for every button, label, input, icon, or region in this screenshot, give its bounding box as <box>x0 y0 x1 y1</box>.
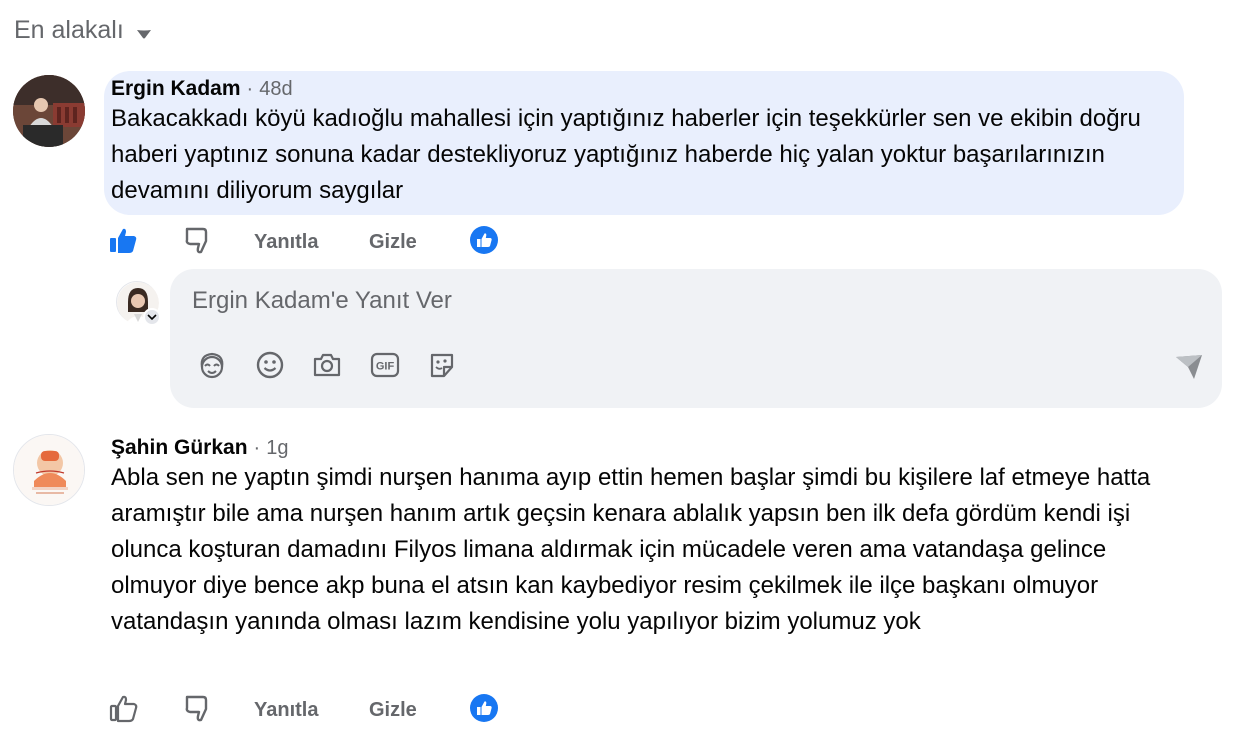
svg-text:GIF: GIF <box>376 361 395 373</box>
reply-link[interactable]: Yanıtla <box>254 699 318 722</box>
comment-author[interactable]: Ergin Kadam <box>111 77 241 101</box>
current-user-avatar[interactable] <box>116 281 161 326</box>
sticker-icon[interactable] <box>426 349 458 381</box>
emoji-icon[interactable] <box>254 349 286 381</box>
comment-separator: · <box>246 78 254 100</box>
gif-icon[interactable]: GIF <box>369 349 401 381</box>
camera-icon[interactable] <box>311 349 343 381</box>
comment-timestamp[interactable]: 48d <box>259 78 292 101</box>
avatar-photo <box>14 435 84 505</box>
comment-text: Abla sen ne yaptın şimdi nurşen hanıma a… <box>111 464 1151 635</box>
reply-composer[interactable]: Ergin Kadam'e Yanıt Ver GIF <box>170 269 1222 408</box>
sort-dropdown[interactable]: En alakalı <box>14 16 152 45</box>
chevron-down-icon[interactable] <box>143 308 161 326</box>
like-icon[interactable] <box>108 225 138 255</box>
comment-text: Bakacakkadı köyü kadıoğlu mahallesi için… <box>111 105 1141 204</box>
like-reaction-icon[interactable] <box>469 693 499 723</box>
avatar[interactable] <box>13 434 85 506</box>
like-reaction-icon[interactable] <box>469 225 499 255</box>
reply-input[interactable]: Ergin Kadam'e Yanıt Ver <box>192 287 452 315</box>
like-icon[interactable] <box>108 693 138 723</box>
comment-bubble: Ergin Kadam · 48d Bakacakkadı köyü kadıo… <box>104 71 1184 215</box>
comment-separator: · <box>253 437 261 459</box>
sort-label: En alakalı <box>14 16 124 44</box>
avatar-sticker-icon[interactable] <box>196 349 228 381</box>
comment-timestamp[interactable]: 1g <box>266 437 288 460</box>
avatar[interactable] <box>13 75 85 147</box>
hide-link[interactable]: Gizle <box>369 231 417 254</box>
reply-link[interactable]: Yanıtla <box>254 231 318 254</box>
comment-author[interactable]: Şahin Gürkan <box>111 436 248 460</box>
dislike-icon[interactable] <box>183 693 213 723</box>
hide-link[interactable]: Gizle <box>369 699 417 722</box>
caret-down-icon <box>136 29 151 38</box>
avatar-photo <box>13 75 85 147</box>
dislike-icon[interactable] <box>183 225 213 255</box>
comment-bubble: Şahin Gürkan · 1g Abla sen ne yaptın şim… <box>104 430 1194 680</box>
send-icon[interactable] <box>1174 353 1204 381</box>
